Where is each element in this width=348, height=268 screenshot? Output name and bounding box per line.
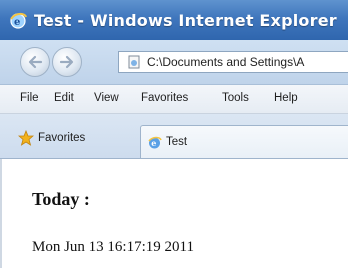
star-icon <box>17 129 35 146</box>
menu-file[interactable]: File <box>20 92 39 104</box>
menu-view[interactable]: View <box>94 92 119 104</box>
menu-bar: File Edit View Favorites Tools Help <box>0 85 348 114</box>
tab-test[interactable]: e Test <box>140 125 348 158</box>
tab-label: Test <box>166 136 188 148</box>
menu-favorites[interactable]: Favorites <box>141 92 188 104</box>
forward-arrow-icon <box>59 55 74 69</box>
page-icon <box>127 55 141 69</box>
menu-edit[interactable]: Edit <box>54 92 74 104</box>
back-button[interactable] <box>20 47 50 77</box>
page-heading: Today : <box>32 189 90 209</box>
window-title: Test - Windows Internet Explorer <box>34 10 337 30</box>
current-datetime: Mon Jun 13 16:17:19 2011 <box>32 239 194 255</box>
menu-help[interactable]: Help <box>274 92 298 104</box>
forward-button[interactable] <box>52 47 82 77</box>
favorites-label: Favorites <box>38 132 86 144</box>
favorites-button[interactable]: Favorites <box>17 128 86 148</box>
svg-text:e: e <box>151 138 156 148</box>
navigation-bar: C:\Documents and Settings\A <box>0 40 348 85</box>
browser-window: e Test - Windows Internet Explorer C:\Do… <box>0 0 348 268</box>
page-content: Today : Mon Jun 13 16:17:19 2011 <box>0 159 348 268</box>
svg-text:e: e <box>14 17 20 28</box>
internet-explorer-icon: e <box>8 10 28 30</box>
favorites-tab-bar: Favorites e Test <box>0 114 348 159</box>
back-arrow-icon <box>28 55 43 69</box>
internet-explorer-icon: e <box>147 135 162 150</box>
menu-tools[interactable]: Tools <box>222 92 249 104</box>
address-text: C:\Documents and Settings\A <box>147 55 305 69</box>
title-bar[interactable]: e Test - Windows Internet Explorer <box>0 0 348 40</box>
address-bar[interactable]: C:\Documents and Settings\A <box>118 51 348 73</box>
